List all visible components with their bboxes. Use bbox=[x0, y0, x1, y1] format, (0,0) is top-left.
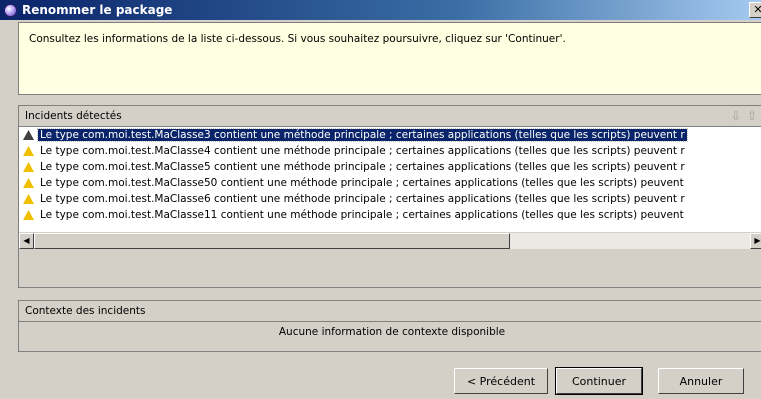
incident-text: Le type com.moi.test.MaClasse3 contient … bbox=[37, 128, 688, 142]
warning-icon bbox=[23, 178, 34, 188]
title-bar: Renommer le package ✕ bbox=[0, 0, 761, 20]
eclipse-icon bbox=[4, 3, 17, 17]
incident-text: Le type com.moi.test.MaClasse50 contient… bbox=[40, 177, 684, 189]
incident-row[interactable]: Le type com.moi.test.MaClasse50 contient… bbox=[19, 175, 761, 191]
incident-text: Le type com.moi.test.MaClasse6 contient … bbox=[40, 193, 685, 205]
warning-icon bbox=[23, 162, 34, 172]
window-title: Renommer le package bbox=[22, 3, 173, 17]
warning-icon bbox=[23, 210, 34, 220]
warning-icon bbox=[23, 146, 34, 156]
context-header: Contexte des incidents bbox=[19, 301, 761, 322]
incidents-frame: Incidents détectés ⇩ ⇧ Le type com.moi.t… bbox=[18, 105, 761, 288]
incident-row[interactable]: Le type com.moi.test.MaClasse3 contient … bbox=[19, 127, 761, 143]
incident-row[interactable]: Le type com.moi.test.MaClasse5 contient … bbox=[19, 159, 761, 175]
context-message: Aucune information de contexte disponibl… bbox=[278, 326, 506, 338]
incident-text: Le type com.moi.test.MaClasse5 contient … bbox=[40, 161, 685, 173]
previous-arrow-icon[interactable]: ⇧ bbox=[747, 109, 757, 123]
back-button[interactable]: < Précédent bbox=[454, 368, 548, 394]
incident-row[interactable]: Le type com.moi.test.MaClasse11 contient… bbox=[19, 207, 761, 223]
context-title: Contexte des incidents bbox=[25, 305, 146, 317]
scroll-right-icon[interactable]: ▶ bbox=[750, 233, 761, 249]
context-frame: Contexte des incidents Aucune informatio… bbox=[18, 300, 761, 352]
incident-row[interactable]: Le type com.moi.test.MaClasse6 contient … bbox=[19, 191, 761, 207]
info-panel: Consultez les informations de la liste c… bbox=[18, 22, 761, 95]
warning-icon bbox=[23, 130, 34, 140]
incidents-header: Incidents détectés ⇩ ⇧ bbox=[19, 106, 761, 127]
next-arrow-icon[interactable]: ⇩ bbox=[731, 109, 741, 123]
info-text: Consultez les informations de la liste c… bbox=[29, 33, 566, 45]
incidents-list: Le type com.moi.test.MaClasse3 contient … bbox=[19, 127, 761, 249]
incident-text: Le type com.moi.test.MaClasse11 contient… bbox=[40, 209, 684, 221]
continue-button[interactable]: Continuer bbox=[555, 367, 643, 395]
scroll-thumb[interactable] bbox=[34, 233, 510, 249]
incidents-title: Incidents détectés bbox=[25, 110, 122, 122]
horizontal-scrollbar[interactable]: ◀ ▶ bbox=[19, 232, 761, 249]
cancel-button[interactable]: Annuler bbox=[658, 368, 744, 394]
scroll-left-icon[interactable]: ◀ bbox=[19, 233, 34, 249]
incident-row[interactable]: Le type com.moi.test.MaClasse4 contient … bbox=[19, 143, 761, 159]
scroll-track[interactable] bbox=[510, 233, 750, 249]
warning-icon bbox=[23, 194, 34, 204]
incident-text: Le type com.moi.test.MaClasse4 contient … bbox=[40, 145, 685, 157]
context-body: Aucune information de contexte disponibl… bbox=[19, 322, 761, 342]
close-icon[interactable]: ✕ bbox=[749, 2, 761, 18]
